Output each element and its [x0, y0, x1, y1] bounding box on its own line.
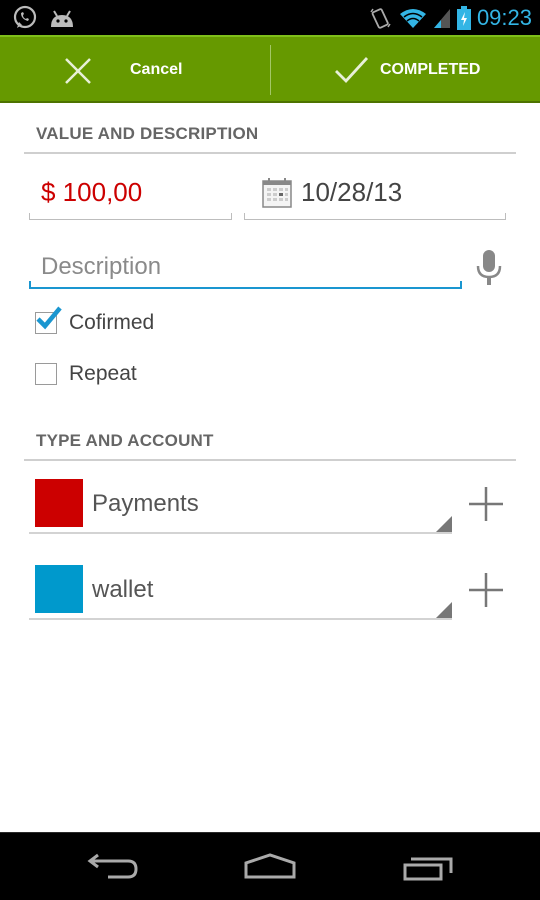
description-underline: [29, 281, 462, 289]
add-type-button[interactable]: [469, 487, 503, 521]
back-icon[interactable]: [78, 847, 148, 887]
section-title-type: TYPE AND ACCOUNT: [36, 431, 214, 450]
close-icon: [65, 58, 91, 84]
dropdown-indicator-icon: [436, 602, 452, 618]
check-icon: [335, 57, 369, 84]
status-bar: 09:23: [0, 0, 540, 35]
recent-apps-icon[interactable]: [393, 847, 463, 887]
repeat-checkbox[interactable]: [35, 363, 57, 385]
completed-label: COMPLETED: [380, 61, 481, 78]
type-spinner-label: Payments: [92, 490, 199, 517]
confirmed-label: Cofirmed: [69, 311, 155, 334]
section-divider: [24, 152, 516, 154]
wifi-icon: [399, 8, 426, 28]
dropdown-indicator-icon: [436, 516, 452, 532]
signal-icon: [433, 8, 450, 28]
cancel-button[interactable]: Cancel: [0, 37, 270, 103]
calendar-icon: [262, 178, 292, 208]
clock: 09:23: [476, 4, 532, 30]
checkmark-icon: [36, 306, 62, 330]
section-title-value: VALUE AND DESCRIPTION: [36, 124, 259, 143]
android-icon: [51, 10, 73, 27]
description-placeholder: Description: [41, 253, 162, 280]
battery-charging-icon: [456, 5, 471, 30]
section-divider: [24, 459, 516, 461]
microphone-icon[interactable]: [475, 250, 503, 286]
amount-value: $ 100,00: [41, 177, 143, 207]
navigation-bar: [0, 832, 540, 900]
whatsapp-icon: [13, 5, 37, 29]
type-color-swatch: [35, 479, 83, 527]
account-spinner-label: wallet: [92, 576, 154, 603]
date-underline: [244, 213, 506, 220]
repeat-label: Repeat: [69, 362, 137, 385]
amount-underline: [29, 213, 232, 220]
completed-button[interactable]: COMPLETED: [271, 37, 540, 103]
add-account-button[interactable]: [469, 573, 503, 607]
type-spinner-underline: [29, 532, 452, 534]
home-icon[interactable]: [235, 847, 305, 887]
vibrate-icon: [370, 7, 391, 29]
account-spinner-underline: [29, 618, 452, 620]
action-bar: Cancel COMPLETED: [0, 35, 540, 103]
cancel-label: Cancel: [130, 61, 183, 78]
date-value: 10/28/13: [301, 177, 403, 207]
account-color-swatch: [35, 565, 83, 613]
